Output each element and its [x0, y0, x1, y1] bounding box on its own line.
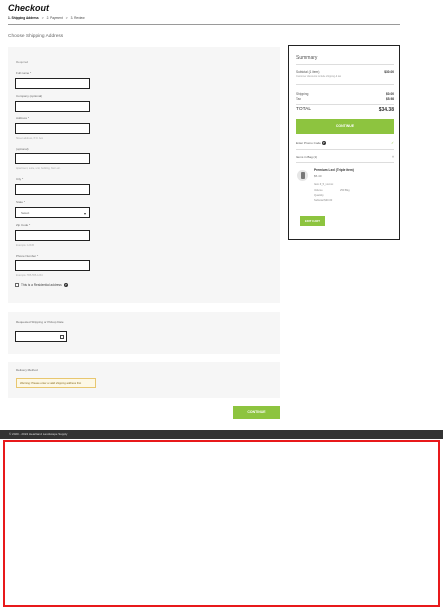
- tax-value: $5.98: [386, 97, 394, 101]
- delivery-method-label: Delivery Method: [16, 368, 38, 372]
- header-divider: [8, 24, 400, 25]
- address2-input[interactable]: [15, 153, 90, 164]
- full-name-input[interactable]: [15, 78, 90, 89]
- residential-checkbox-label: This is a Residential address: [21, 283, 62, 287]
- item-sku: Item #_5_xxxxxx: [314, 183, 334, 186]
- state-label: State *: [16, 200, 26, 204]
- shipping-row: Shipping $0.00: [296, 92, 394, 96]
- zip-help: Example: 12345: [16, 244, 35, 247]
- items-in-bag-label: Items in Bag (1): [296, 155, 318, 159]
- step-payment[interactable]: 2. Payment: [47, 16, 63, 20]
- delivery-warning: Warning: Please enter a valid shipping a…: [16, 378, 96, 388]
- item-detail-label: Volume: [314, 189, 323, 192]
- edit-cart-button[interactable]: EDIT CART: [300, 216, 325, 226]
- item-price: $5.40: [314, 174, 322, 178]
- subtotal-value: $30.00: [384, 70, 394, 74]
- calendar-icon[interactable]: [59, 334, 64, 339]
- zip-input[interactable]: [15, 230, 90, 241]
- items-in-bag-toggle[interactable]: Items in Bag (1) ˄: [296, 155, 394, 159]
- residential-checkbox[interactable]: [15, 283, 19, 287]
- checkmark-icon: ✓: [391, 141, 394, 145]
- item-detail-label: Quantity: [314, 194, 324, 197]
- tax-label: Tax: [296, 97, 301, 101]
- chevron-down-icon: ▾: [83, 210, 86, 216]
- address-help: Street address, P.O. box: [16, 137, 44, 140]
- promo-code-label: Enter Promo Code: [296, 141, 321, 145]
- summary-divider: [296, 149, 394, 150]
- residential-checkbox-row[interactable]: This is a Residential address ?: [15, 283, 68, 287]
- address2-label: (optional): [16, 147, 29, 151]
- info-icon[interactable]: ?: [63, 283, 68, 287]
- info-icon[interactable]: ?: [321, 141, 326, 145]
- phone-input[interactable]: [15, 260, 90, 271]
- pickup-date-label: Requested Shipping or Pickup Date: [16, 320, 64, 324]
- shipping-label: Shipping: [296, 92, 309, 96]
- company-input[interactable]: [15, 101, 90, 112]
- state-selected-value: Select: [21, 210, 30, 215]
- shipping-value: $0.00: [386, 92, 394, 96]
- subtotal-row: Subtotal (1 item) $30.00: [296, 70, 394, 74]
- page-title: Checkout: [8, 3, 50, 13]
- continue-button[interactable]: CONTINUE: [233, 406, 280, 419]
- item-detail-row: Quantity: [314, 194, 324, 197]
- city-label: City *: [16, 177, 24, 181]
- step-shipping-address[interactable]: 1. Shipping Address: [8, 16, 39, 20]
- required-note: Required: [16, 60, 29, 64]
- city-input[interactable]: [15, 184, 90, 195]
- step-separator: >: [65, 16, 68, 20]
- footer-copyright: © 2020 - 2024 Heartland Landscape Supply: [9, 432, 68, 436]
- summary-divider: [296, 84, 394, 85]
- total-row: TOTAL $34.38: [296, 107, 394, 113]
- address-form-panel: Required Full name * Company (optional) …: [8, 47, 280, 303]
- total-value: $34.38: [378, 107, 394, 113]
- chevron-up-icon: ˄: [391, 155, 394, 159]
- summary-divider: [296, 64, 394, 65]
- order-summary: Summary Subtotal (1 item) $30.00 Custome…: [288, 45, 400, 240]
- tax-row: Tax $5.98: [296, 97, 394, 101]
- delivery-method-panel: Delivery Method Warning: Please enter a …: [8, 362, 280, 398]
- summary-divider: [296, 162, 394, 163]
- item-detail-value: 250 Bkg: [340, 189, 350, 192]
- summary-continue-button[interactable]: CONTINUE: [296, 119, 394, 134]
- phone-help: Example: 555-555-1234: [16, 274, 43, 277]
- highlight-frame: [3, 440, 440, 607]
- item-detail-row: Subtotal $30.00: [314, 199, 332, 202]
- full-name-label: Full name *: [16, 71, 32, 75]
- step-review[interactable]: 3. Review: [71, 16, 85, 20]
- step-separator: >: [41, 16, 44, 20]
- item-detail-value: $30.00: [324, 199, 333, 202]
- pickup-date-input[interactable]: [15, 331, 67, 342]
- subtotal-note: Customer discounts include shipping & ta…: [296, 75, 342, 78]
- address-input[interactable]: [15, 123, 90, 134]
- summary-divider: [296, 104, 394, 105]
- state-select[interactable]: Select ▾: [15, 207, 90, 218]
- pickup-date-panel: Requested Shipping or Pickup Date: [8, 312, 280, 354]
- site-footer: © 2020 - 2024 Heartland Landscape Supply: [0, 430, 443, 439]
- shipping-heading: Choose Shipping Address: [8, 34, 64, 39]
- address-label: Address *: [16, 116, 30, 120]
- phone-label: Phone Number *: [16, 254, 39, 258]
- address2-help: Apartment, suite, unit, building, floor …: [16, 167, 61, 170]
- product-thumbnail: [297, 170, 308, 181]
- subtotal-label: Subtotal (1 item): [296, 70, 320, 74]
- item-name: Premium Lxxl (Triple item): [314, 168, 354, 172]
- summary-title: Summary: [296, 55, 318, 61]
- item-detail-label: Subtotal: [314, 199, 324, 202]
- company-label: Company (optional): [16, 94, 43, 98]
- promo-code-toggle[interactable]: Enter Promo Code ? ✓: [296, 141, 394, 145]
- checkout-steps: 1. Shipping Address > 2. Payment > 3. Re…: [8, 16, 85, 20]
- total-label: TOTAL: [296, 107, 312, 112]
- item-detail-row: Volume 250 Bkg: [314, 189, 350, 192]
- zip-label: Zip Code *: [16, 223, 31, 227]
